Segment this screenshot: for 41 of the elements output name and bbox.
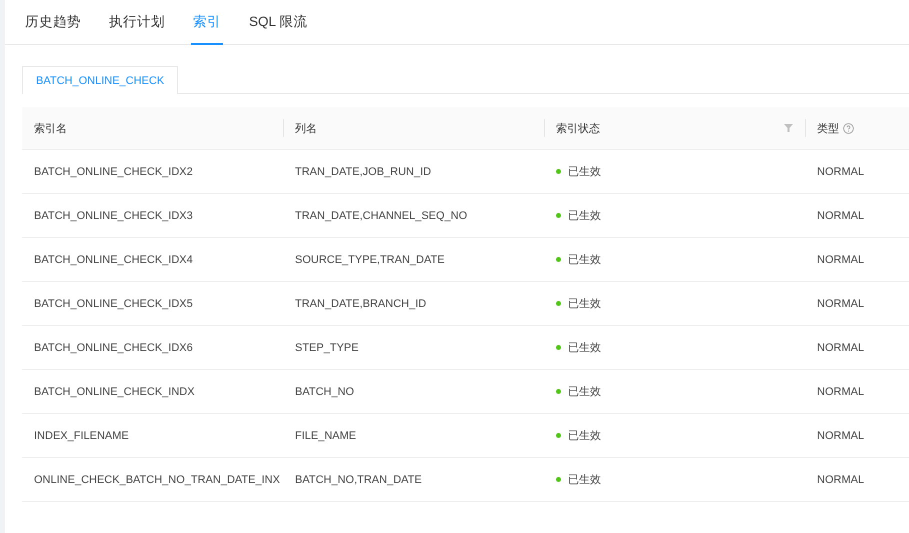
table-cell: BATCH_NO,TRAN_DATE	[283, 458, 544, 502]
tab[interactable]: SQL 限流	[247, 0, 310, 45]
table-cell: BATCH_ONLINE_CHECK_IDX3	[22, 194, 283, 238]
table-cell: NORMAL	[805, 326, 909, 370]
filter-icon[interactable]	[784, 124, 793, 132]
status-text: 已生效	[568, 165, 601, 179]
table-cell: NORMAL	[805, 282, 909, 326]
table-cell: BATCH_ONLINE_CHECK_IDX4	[22, 238, 283, 282]
table-cell: STEP_TYPE	[283, 326, 544, 370]
status-text: 已生效	[568, 385, 601, 399]
table-cell: NORMAL	[805, 238, 909, 282]
table-cell: SOURCE_TYPE,TRAN_DATE	[283, 238, 544, 282]
table-cell: NORMAL	[805, 370, 909, 414]
table-cell: BATCH_NO	[283, 370, 544, 414]
tab[interactable]: 执行计划	[107, 0, 167, 45]
table-cell: TRAN_DATE,BRANCH_ID	[283, 282, 544, 326]
table-cell: FILE_NAME	[283, 414, 544, 458]
table-cell: TRAN_DATE,CHANNEL_SEQ_NO	[283, 194, 544, 238]
table-cell: TRAN_DATE,JOB_RUN_ID	[283, 150, 544, 194]
table-cell: NORMAL	[805, 414, 909, 458]
table-cell: NORMAL	[805, 150, 909, 194]
status-text: 已生效	[568, 473, 601, 487]
table-cell: BATCH_ONLINE_CHECK_IDX5	[22, 282, 283, 326]
status-text: 已生效	[568, 209, 601, 223]
table-cell: ONLINE_CHECK_BATCH_NO_TRAN_DATE_INX	[22, 458, 283, 502]
table-cell: BATCH_ONLINE_CHECK_IDX6	[22, 326, 283, 370]
column-label: 类型	[817, 122, 839, 136]
status-text: 已生效	[568, 429, 601, 443]
tab[interactable]: 历史趋势	[23, 0, 83, 45]
help-icon[interactable]	[843, 122, 854, 134]
column-label: 索引名	[34, 122, 67, 136]
table-cell: BATCH_ONLINE_CHECK_IDX2	[22, 150, 283, 194]
table-cell: NORMAL	[805, 458, 909, 502]
table-cell: INDEX_FILENAME	[22, 414, 283, 458]
table-cell: NORMAL	[805, 194, 909, 238]
column-label: 列名	[295, 122, 317, 136]
status-text: 已生效	[568, 341, 601, 355]
status-text: 已生效	[568, 253, 601, 267]
column-label: 索引状态	[556, 122, 600, 136]
status-text: 已生效	[568, 297, 601, 311]
table-cell: BATCH_ONLINE_CHECK_INDX	[22, 370, 283, 414]
